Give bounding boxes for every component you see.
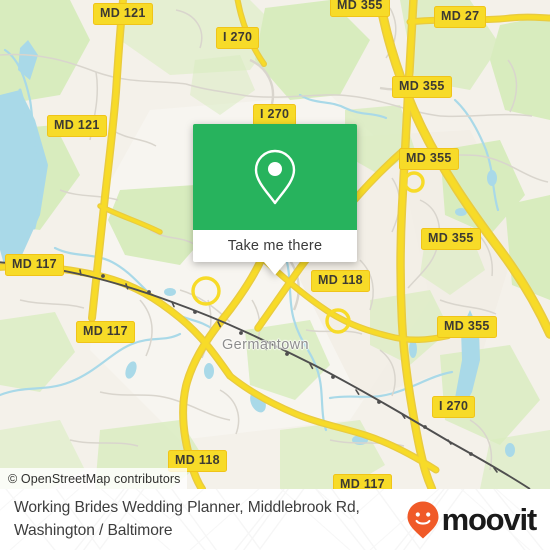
map-attribution-text: © OpenStreetMap contributors	[8, 471, 181, 486]
road-shield: MD 355	[437, 316, 497, 338]
moovit-logo[interactable]: moovit	[406, 500, 538, 540]
place-label-germantown: Germantown	[222, 337, 310, 353]
popup-cta-button[interactable]: Take me there	[193, 230, 357, 262]
road-shield: MD 117	[76, 321, 135, 343]
road-shield: MD 118	[311, 270, 370, 292]
road-shield: MD 355	[399, 148, 459, 170]
page-title: Working Brides Wedding Planner, Middlebr…	[14, 499, 360, 539]
road-shield: I 270	[216, 27, 260, 49]
map-attribution[interactable]: © OpenStreetMap contributors	[0, 468, 187, 489]
popup-header	[193, 124, 357, 230]
road-shield: MD 355	[330, 0, 390, 17]
road-shield: MD 355	[392, 76, 452, 98]
road-shield: I 270	[253, 104, 297, 126]
road-shield: MD 27	[434, 6, 487, 28]
road-shield: MD 117	[5, 254, 64, 276]
moovit-map-screenshot: MD 121 I 270 MD 355 MD 27 MD 355 I 270 M…	[0, 0, 550, 550]
map-canvas[interactable]: MD 121 I 270 MD 355 MD 27 MD 355 I 270 M…	[0, 0, 550, 489]
location-popup-card[interactable]: Take me there	[193, 124, 357, 275]
popup-pointer-tail	[264, 262, 286, 275]
road-shield: MD 121	[47, 115, 107, 137]
footer-bar: Working Brides Wedding Planner, Middlebr…	[0, 489, 550, 550]
road-shield: I 270	[432, 396, 476, 418]
moovit-smiley-pin-icon	[407, 501, 439, 538]
road-shield: MD 355	[421, 228, 481, 250]
road-shield: MD 121	[93, 3, 153, 25]
popup-cta-label: Take me there	[227, 238, 323, 254]
moovit-wordmark: moovit	[441, 502, 538, 537]
location-pin-icon	[254, 149, 296, 205]
road-shield: MD 117	[333, 474, 392, 489]
